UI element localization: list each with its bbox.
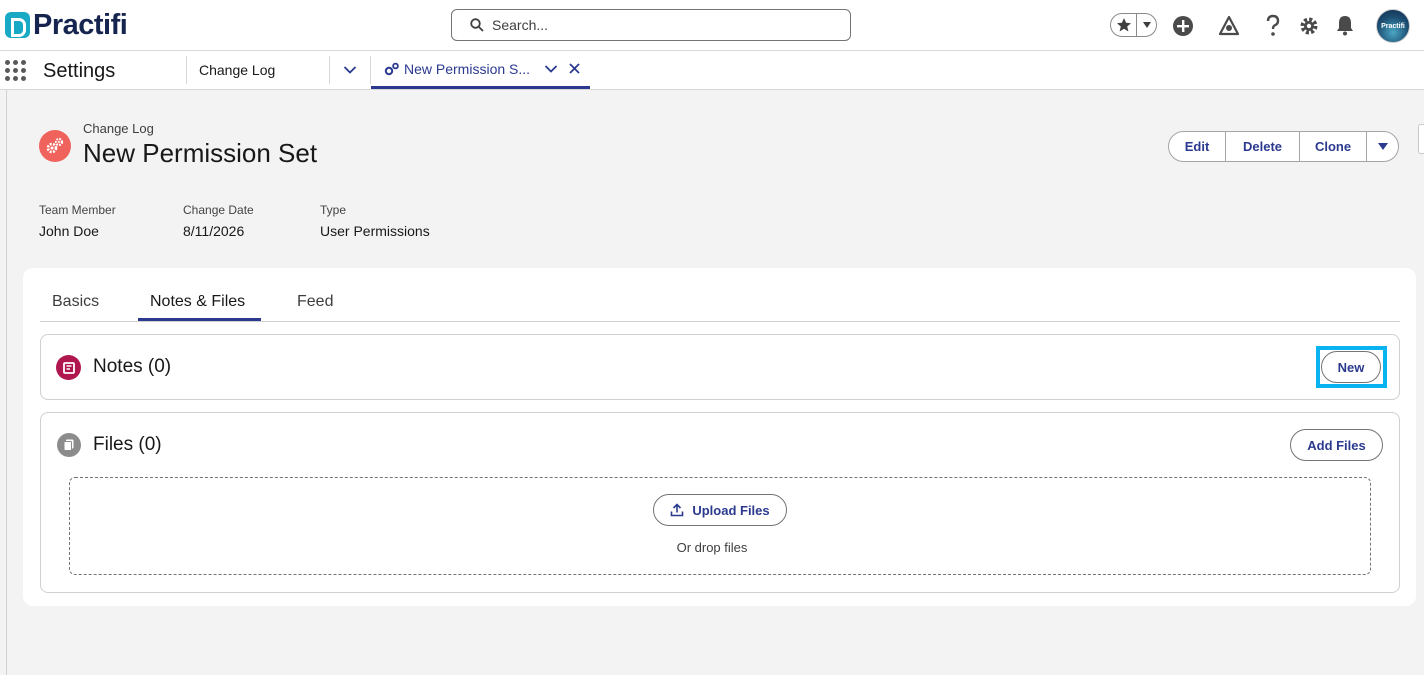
- field-value: 8/11/2026: [183, 223, 245, 239]
- add-icon[interactable]: [1172, 15, 1194, 37]
- help-icon[interactable]: [1264, 14, 1282, 38]
- scrollbar-handle[interactable]: [1418, 124, 1424, 154]
- nav-divider: [329, 56, 330, 84]
- favorites-chevron-down-icon[interactable]: [1137, 14, 1156, 36]
- clone-button[interactable]: Clone: [1299, 131, 1367, 162]
- nav-tab-label: New Permission S...: [404, 60, 531, 77]
- avatar-text: Practifi: [1381, 22, 1405, 30]
- search-icon: [470, 18, 484, 32]
- highlight-box: [1316, 346, 1387, 388]
- field-value: John Doe: [39, 223, 99, 239]
- tab-basics[interactable]: Basics: [52, 293, 99, 311]
- search-placeholder: Search...: [492, 17, 549, 33]
- field-change-date: Change Date 8/11/2026: [183, 203, 254, 239]
- star-icon[interactable]: [1111, 14, 1138, 36]
- logo-text: Practifi: [33, 9, 128, 41]
- field-label: Team Member: [39, 203, 116, 217]
- files-icon: [57, 433, 81, 457]
- file-dropzone[interactable]: [69, 477, 1371, 575]
- files-title: Files (0): [93, 434, 162, 455]
- clone-button-label: Clone: [1314, 139, 1352, 154]
- trailhead-icon[interactable]: [1218, 15, 1240, 37]
- caret-down-icon: [1377, 143, 1388, 150]
- tab-notes-files[interactable]: Notes & Files: [150, 293, 245, 311]
- more-actions-button[interactable]: [1366, 131, 1399, 162]
- drop-files-text: Or drop files: [676, 540, 748, 555]
- add-files-button-label: Add Files: [1307, 437, 1366, 453]
- nav-tab-new-permission-set[interactable]: New Permission S...: [371, 51, 590, 89]
- delete-button-label: Delete: [1242, 139, 1283, 154]
- gear-icon[interactable]: [1298, 15, 1320, 37]
- edit-button[interactable]: Edit: [1168, 131, 1226, 162]
- page-title: New Permission Set: [83, 138, 318, 168]
- edit-button-label: Edit: [1184, 139, 1210, 154]
- upload-files-button[interactable]: Upload Files: [653, 494, 787, 526]
- upload-files-button-label: Upload Files: [692, 502, 770, 518]
- search-input[interactable]: Search...: [451, 9, 851, 41]
- tab-feed[interactable]: Feed: [297, 293, 333, 311]
- upload-icon: [671, 503, 684, 517]
- delete-button[interactable]: Delete: [1225, 131, 1300, 162]
- notes-panel: [40, 334, 1400, 400]
- field-label: Change Date: [183, 203, 254, 217]
- practifi-logo[interactable]: Practifi: [5, 9, 128, 41]
- active-tab-indicator: [138, 318, 261, 321]
- logo-mark-icon: [5, 12, 30, 38]
- favorites-button-group: [1110, 13, 1157, 37]
- tab-divider: [40, 321, 1400, 322]
- bell-icon[interactable]: [1335, 14, 1355, 36]
- change-log-record-icon: [39, 130, 71, 162]
- app-name: Settings: [43, 60, 116, 82]
- nav-tab-change-log[interactable]: Change Log: [199, 51, 275, 89]
- nav-divider: [186, 56, 187, 84]
- record-actions: Edit Delete Clone: [1168, 131, 1399, 162]
- field-team-member: Team Member John Doe: [39, 203, 116, 239]
- record-type-label: Change Log: [83, 121, 154, 136]
- close-tab-icon[interactable]: [569, 63, 580, 74]
- field-label: Type: [320, 203, 347, 217]
- app-launcher-icon[interactable]: [5, 60, 27, 82]
- app-nav-bar: Settings Change Log New Permission S...: [0, 51, 1424, 90]
- gears-icon: [384, 62, 399, 75]
- user-avatar[interactable]: Practifi: [1376, 9, 1410, 43]
- notes-title: Notes (0): [93, 356, 172, 377]
- notes-icon: [56, 355, 81, 380]
- nav-tab-label: Change Log: [199, 62, 276, 78]
- tab-chevron-down-icon[interactable]: [544, 64, 558, 74]
- nav-menu-chevron-down-icon[interactable]: [343, 65, 357, 75]
- field-value: User Permissions: [320, 223, 430, 239]
- field-type: Type User Permissions: [320, 203, 430, 239]
- add-files-button[interactable]: Add Files: [1290, 429, 1383, 461]
- global-header: Practifi Search... Practifi: [0, 0, 1424, 51]
